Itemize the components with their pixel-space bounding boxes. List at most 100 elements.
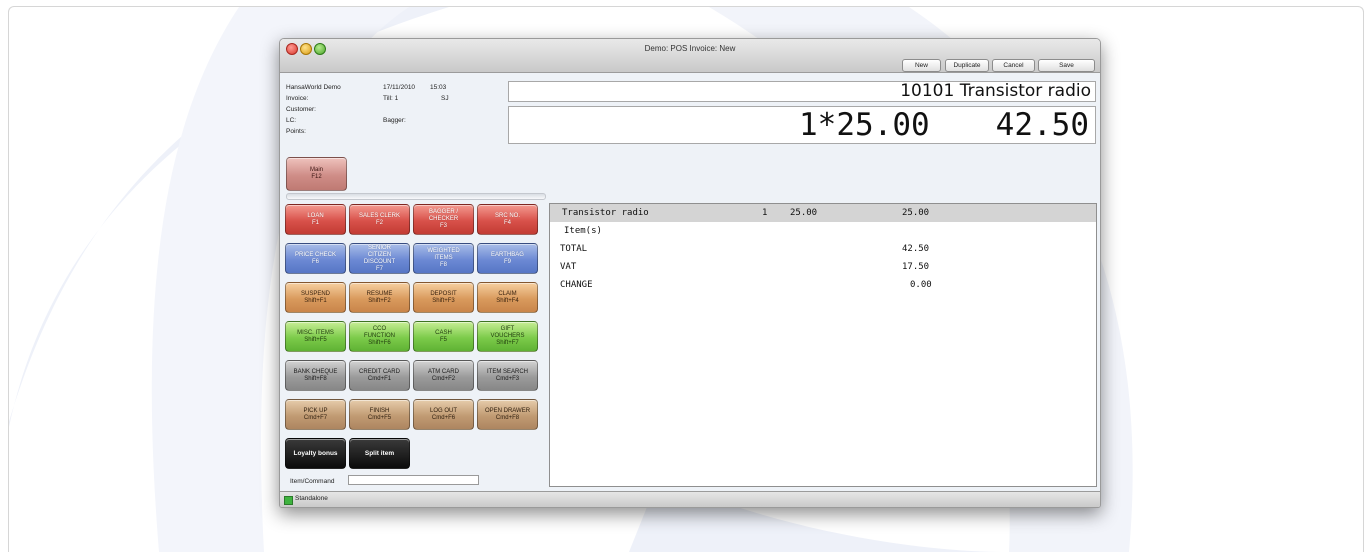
status-indicator-icon — [284, 496, 293, 505]
resume-button[interactable]: RESUME Shift+F2 — [349, 282, 410, 313]
button-label: ATM CARD — [428, 368, 459, 375]
button-label: CLAIM — [498, 290, 517, 297]
receipt-items-row: Item(s) — [550, 222, 1096, 240]
button-label: PRICE CHECK — [294, 251, 336, 258]
button-shortcut: Shift+F7 — [496, 340, 519, 346]
duplicate-button[interactable]: Duplicate — [945, 59, 989, 72]
change-value: 0.00 — [910, 280, 932, 290]
sales-clerk-button[interactable]: SALES CLERK F2 — [349, 204, 410, 235]
button-label: SUSPEND — [300, 290, 330, 297]
amount-text: 42.50 — [995, 107, 1089, 143]
panel-divider — [286, 193, 546, 200]
button-label: RESUME — [366, 290, 393, 297]
button-label: SRC NO. — [494, 212, 520, 219]
button-label: SALES CLERK — [358, 212, 401, 219]
button-label: SENIOR CITIZEN DISCOUNT — [363, 244, 396, 265]
button-label: BANK CHEQUE — [293, 368, 338, 375]
claim-button[interactable]: CLAIM Shift+F4 — [477, 282, 538, 313]
item-display: 10101 Transistor radio — [508, 81, 1096, 102]
company-name: HansaWorld Demo — [286, 84, 341, 91]
deposit-button[interactable]: DEPOSIT Shift+F3 — [413, 282, 474, 313]
cash-button[interactable]: CASH F5 — [413, 321, 474, 352]
button-label: OPEN DRAWER — [484, 407, 531, 414]
button-shortcut: Cmd+F6 — [431, 414, 456, 421]
gift-vouchers-button[interactable]: GIFT VOUCHERS Shift+F7 — [477, 321, 538, 352]
bank-cheque-button[interactable]: BANK CHEQUE Shift+F8 — [285, 360, 346, 391]
main-button[interactable]: Main F12 — [286, 157, 347, 191]
button-shortcut: F3 — [439, 223, 447, 229]
button-shortcut: Shift+F3 — [432, 297, 455, 304]
button-shortcut: Cmd+F5 — [367, 414, 392, 421]
receipt-list[interactable]: Transistor radio 1 25.00 25.00 Item(s) T… — [549, 203, 1097, 487]
pos-invoice-window: Demo: POS Invoice: New New Duplicate Can… — [279, 38, 1101, 508]
earthbag-button[interactable]: EARTHBAG F9 — [477, 243, 538, 274]
window-title: Demo: POS Invoice: New — [644, 44, 736, 53]
atm-card-button[interactable]: ATM CARD Cmd+F2 — [413, 360, 474, 391]
cancel-button[interactable]: Cancel — [992, 59, 1035, 72]
button-shortcut: F1 — [311, 219, 319, 226]
vat-value: 17.50 — [902, 262, 930, 272]
new-button[interactable]: New — [902, 59, 941, 72]
button-shortcut: F8 — [439, 262, 447, 268]
suspend-button[interactable]: SUSPEND Shift+F1 — [285, 282, 346, 313]
button-shortcut: Shift+F2 — [368, 297, 391, 304]
button-label: CASH — [435, 329, 452, 336]
button-shortcut: Shift+F8 — [304, 375, 327, 382]
save-button[interactable]: Save — [1038, 59, 1095, 72]
loan-button[interactable]: LOAN F1 — [285, 204, 346, 235]
button-shortcut: F2 — [375, 219, 383, 226]
total-label: TOTAL — [560, 244, 588, 254]
button-shortcut: Cmd+F1 — [367, 375, 392, 382]
change-row: CHANGE 0.00 — [550, 276, 1096, 294]
button-label: ITEM SEARCH — [486, 368, 528, 375]
button-label: Loyalty bonus — [293, 450, 338, 457]
weighted-items-button[interactable]: WEIGHTED ITEMS F8 — [413, 243, 474, 274]
item-search-button[interactable]: ITEM SEARCH Cmd+F3 — [477, 360, 538, 391]
button-label: EARTHBAG — [491, 251, 524, 258]
button-shortcut: Shift+F4 — [496, 297, 519, 304]
qty-price-text: 1*25.00 — [799, 107, 930, 143]
till-number: Till: 1 — [383, 95, 399, 102]
button-shortcut: Shift+F5 — [304, 336, 327, 343]
button-shortcut: Cmd+F2 — [431, 375, 456, 382]
button-label: GIFT VOUCHERS — [490, 326, 525, 339]
status-bar: Standalone — [280, 491, 1100, 507]
button-label: LOAN — [307, 212, 324, 219]
button-shortcut: F4 — [503, 219, 511, 226]
loyalty-bonus-button[interactable]: Loyalty bonus — [285, 438, 346, 469]
finish-button[interactable]: FINISH Cmd+F5 — [349, 399, 410, 430]
button-shortcut: Cmd+F8 — [495, 414, 520, 421]
receipt-item-name: Transistor radio — [562, 208, 649, 218]
item-command-input[interactable] — [348, 475, 479, 485]
item-display-text: 10101 Transistor radio — [900, 81, 1091, 101]
button-label: Split item — [364, 450, 395, 457]
receipt-item-row[interactable]: Transistor radio 1 25.00 25.00 — [550, 204, 1096, 222]
vat-row: VAT 17.50 — [550, 258, 1096, 276]
button-shortcut: Shift+F6 — [368, 340, 391, 346]
src-no-button[interactable]: SRC NO. F4 — [477, 204, 538, 235]
price-check-button[interactable]: PRICE CHECK F6 — [285, 243, 346, 274]
main-button-key: F12 — [311, 174, 322, 180]
receipt-item-sum: 25.00 — [902, 208, 930, 218]
receipt-item-price: 25.00 — [790, 208, 818, 218]
credit-card-button[interactable]: CREDIT CARD Cmd+F1 — [349, 360, 410, 391]
senior-citizen-discount-button[interactable]: SENIOR CITIZEN DISCOUNT F7 — [349, 243, 410, 274]
pick-up-button[interactable]: PICK UP Cmd+F7 — [285, 399, 346, 430]
invoice-label: Invoice: — [286, 95, 309, 102]
misc-items-button[interactable]: MISC. ITEMS Shift+F5 — [285, 321, 346, 352]
items-label: Item(s) — [564, 226, 602, 236]
button-label: CCO FUNCTION — [364, 326, 395, 339]
split-item-button[interactable]: Split item — [349, 438, 410, 469]
points-label: Points: — [286, 128, 306, 135]
button-shortcut: F9 — [503, 258, 511, 265]
invoice-date: 17/11/2010 — [383, 84, 416, 91]
total-row: TOTAL 42.50 — [550, 240, 1096, 258]
button-label: PICK UP — [303, 407, 328, 414]
cco-function-button[interactable]: CCO FUNCTION Shift+F6 — [349, 321, 410, 352]
open-drawer-button[interactable]: OPEN DRAWER Cmd+F8 — [477, 399, 538, 430]
log-out-button[interactable]: LOG OUT Cmd+F6 — [413, 399, 474, 430]
button-label: CREDIT CARD — [359, 368, 400, 375]
amount-display: 1*25.00 42.50 — [508, 106, 1096, 144]
bagger-checker-button[interactable]: BAGGER / CHECKER F3 — [413, 204, 474, 235]
button-shortcut: Cmd+F3 — [495, 375, 520, 382]
